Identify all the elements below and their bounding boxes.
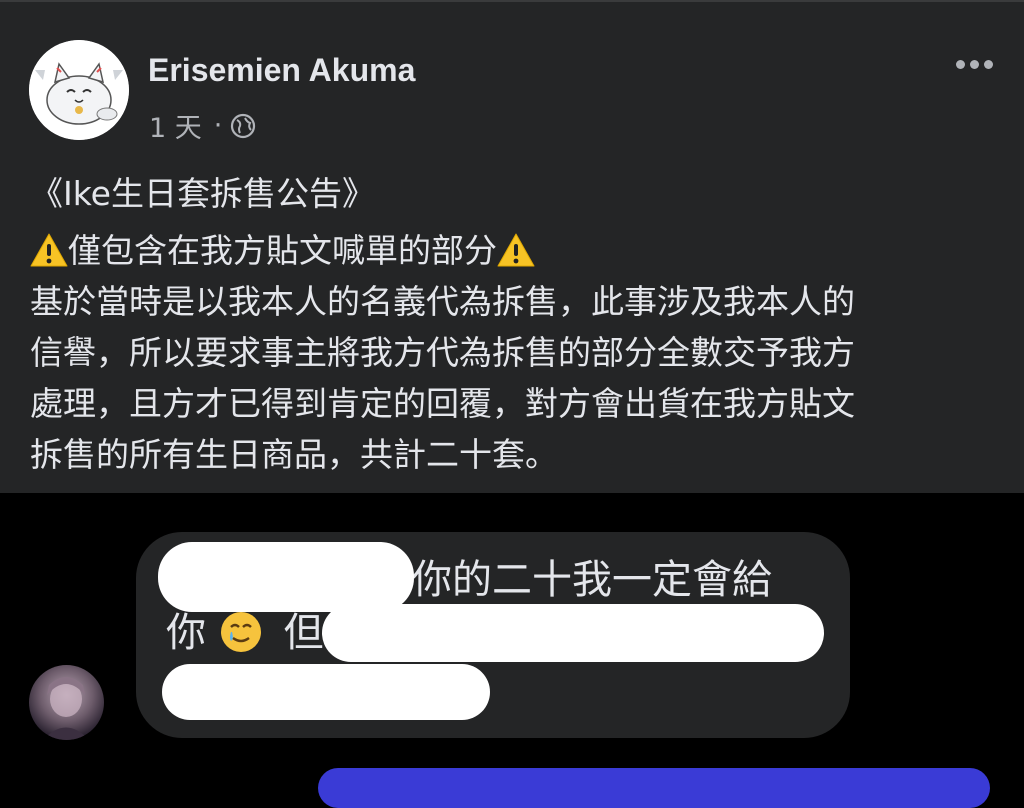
post-body: 《Ike生日套拆售公告》 僅包含在我方貼文喊單的部分 基於當時是以我本人的名義代…	[30, 168, 855, 480]
facebook-post: Erisemien Akuma 1 天 · 《Ike生日套拆售公告》 僅包含在我…	[0, 0, 1024, 493]
reply-bubble-edge[interactable]	[318, 768, 990, 808]
cat-mascot-icon	[29, 40, 129, 140]
author-name[interactable]: Erisemien Akuma	[148, 52, 415, 89]
more-dot-icon	[983, 59, 993, 69]
warning-text: 僅包含在我方貼文喊單的部分	[68, 231, 497, 270]
warning-icon	[497, 231, 535, 267]
more-options-button[interactable]	[948, 46, 1000, 82]
warning-icon	[30, 231, 68, 267]
sender-avatar[interactable]	[29, 665, 104, 740]
post-time[interactable]: 1 天	[149, 106, 202, 145]
post-title: 《Ike生日套拆售公告》	[30, 174, 375, 213]
post-meta: 1 天 ·	[149, 106, 256, 145]
message-bubble[interactable]: 你的二十我一定會給 你 但	[136, 532, 850, 738]
redaction-mark	[322, 604, 824, 662]
message-fragment: 但	[283, 610, 324, 656]
globe-icon	[230, 113, 256, 139]
smiling-face-with-tear-icon	[219, 610, 263, 654]
post-paragraph-line: 基於當時是以我本人的名義代為拆售，此事涉及我本人的	[30, 282, 855, 321]
redaction-mark	[162, 664, 490, 720]
post-paragraph-line: 信譽，所以要求事主將我方代為拆售的部分全數交予我方	[30, 333, 855, 372]
author-avatar[interactable]	[29, 40, 129, 140]
post-paragraph-line: 拆售的所有生日商品，共計二十套。	[30, 435, 558, 474]
meta-separator: ·	[213, 110, 223, 141]
more-dot-icon	[969, 59, 979, 69]
redaction-mark	[158, 542, 414, 612]
more-dot-icon	[955, 59, 965, 69]
post-warning-line: 僅包含在我方貼文喊單的部分	[30, 225, 855, 276]
message-fragment: 你	[166, 610, 206, 656]
post-paragraph-line: 處理，且方才已得到肯定的回覆，對方會出貨在我方貼文	[30, 384, 855, 423]
